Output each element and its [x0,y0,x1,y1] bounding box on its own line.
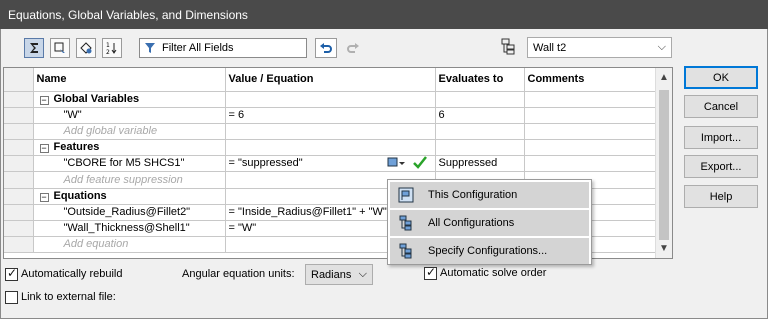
table-row: "CBORE for M5 SHCS1" = "suppressed" Supp… [4,155,657,173]
import-button[interactable]: Import... [684,126,758,149]
this-configuration-icon [398,187,414,203]
scroll-up-icon[interactable]: ▲ [659,72,669,83]
row-name[interactable]: "Wall_Thickness@Shell1" [33,220,226,238]
auto-solve-label: Automatic solve order [440,267,547,279]
menu-item-specify-configurations[interactable]: Specify Configurations... [390,238,589,264]
menu-item-all-configurations[interactable]: All Configurations [390,210,589,236]
angular-units-label: Angular equation units: [182,268,295,280]
configuration-popup-menu: This Configuration All Configurations Sp… [387,179,592,265]
column-header-evaluates[interactable]: Evaluates to [435,68,525,92]
column-header-comments[interactable]: Comments [524,68,657,92]
collapse-icon[interactable]: − [39,95,49,105]
svg-text:2: 2 [106,49,110,55]
scroll-thumb[interactable] [659,90,669,240]
auto-rebuild-label: Automatically rebuild [21,268,123,280]
auto-rebuild-checkbox[interactable] [5,266,18,281]
equation-view-button[interactable] [24,38,44,58]
row-name[interactable]: "W" [33,107,226,124]
specify-configurations-icon [399,243,412,259]
add-equation-placeholder[interactable]: Add equation [33,236,226,254]
chevron-down-icon: ⌵ [657,41,666,53]
add-global-variable-placeholder[interactable]: Add global variable [33,123,226,141]
angular-units-select[interactable]: Radians ⌵ [305,264,373,285]
section-title: Equations [53,189,107,202]
row-evaluates: Suppressed [435,155,525,173]
row-evaluates: 6 [435,107,525,124]
section-title: Features [53,141,100,154]
menu-item-label: Specify Configurations... [428,245,548,257]
dimension-view-button[interactable] [76,38,96,58]
grid-header-row: Name Value / Equation Evaluates to Comme… [4,68,657,92]
row-value[interactable]: = 6 [225,107,436,124]
window-title: Equations, Global Variables, and Dimensi… [8,8,248,22]
column-header-name[interactable]: Name [33,68,226,92]
ordered-view-button[interactable]: 12 [102,38,122,58]
configuration-icon [501,38,515,55]
table-row: "W" = 6 6 [4,107,657,124]
sketch-equation-view-icon [54,42,65,53]
equation-view-icon [30,43,38,53]
undo-icon [320,43,332,53]
vertical-scrollbar[interactable]: ▲ ▼ [655,68,672,258]
filter-field[interactable]: Filter All Fields [139,38,307,58]
row-comment[interactable] [524,155,657,173]
section-global-variables: − Global Variables [4,91,657,108]
configuration-select[interactable]: Wall t2 ⌵ [527,37,672,58]
ordered-view-icon: 12 [106,42,117,55]
angular-units-value: Radians [311,268,352,281]
title-bar: Equations, Global Variables, and Dimensi… [0,0,768,29]
add-global-variable-row: Add global variable [4,123,657,141]
help-button[interactable]: Help [684,185,758,208]
svg-text:1: 1 [106,42,110,49]
row-name[interactable]: "Outside_Radius@Fillet2" [33,204,226,222]
redo-button[interactable] [342,38,364,58]
configuration-value: Wall t2 [533,41,567,54]
collapse-icon[interactable]: − [39,144,49,154]
configuration-dropdown-icon[interactable] [387,156,413,171]
ok-button[interactable]: OK [684,66,758,89]
redo-icon [347,43,359,53]
export-button[interactable]: Export... [684,155,758,178]
filter-icon [145,43,155,53]
all-configurations-icon [399,215,412,231]
row-comment[interactable] [524,107,657,124]
row-header-corner [4,68,34,92]
dimension-view-icon [80,42,92,54]
section-title: Global Variables [53,92,140,105]
sketch-equation-view-button[interactable] [50,38,70,58]
section-features: − Features [4,139,657,157]
filter-label: Filter All Fields [162,42,234,54]
undo-button[interactable] [315,38,337,58]
link-external-checkbox[interactable] [5,291,18,304]
row-name[interactable]: "CBORE for M5 SHCS1" [33,155,226,173]
row-value: = "suppressed" [228,157,303,170]
cancel-button[interactable]: Cancel [684,95,758,118]
column-header-value[interactable]: Value / Equation [225,68,436,92]
menu-item-this-configuration[interactable]: This Configuration [390,182,589,208]
link-external-label: Link to external file: [21,291,116,303]
collapse-icon[interactable]: − [39,192,49,202]
check-icon [412,156,428,171]
auto-solve-checkbox[interactable] [424,265,437,280]
chevron-down-icon: ⌵ [358,268,367,280]
menu-item-label: This Configuration [428,189,518,201]
add-feature-suppression-placeholder[interactable]: Add feature suppression [33,171,226,189]
scroll-down-icon[interactable]: ▼ [659,243,669,254]
menu-item-label: All Configurations [428,217,515,229]
